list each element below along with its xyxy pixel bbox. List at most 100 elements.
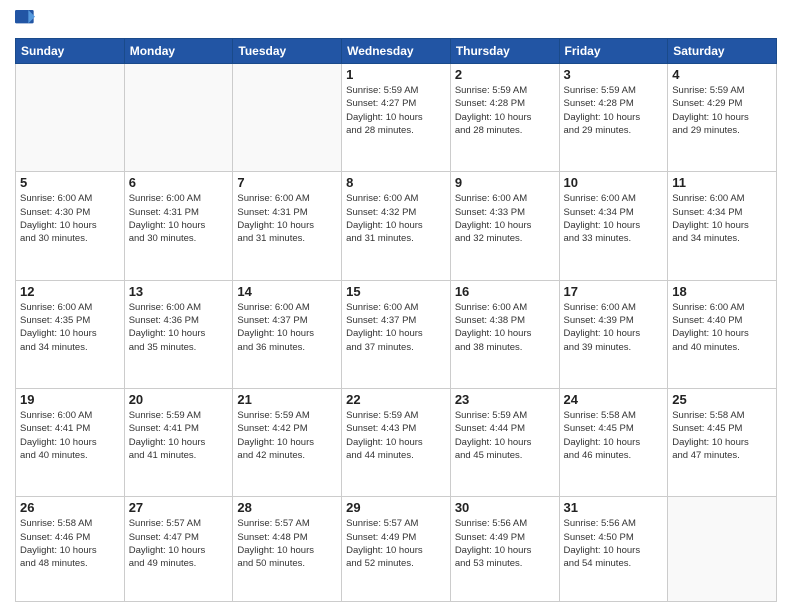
calendar-cell: 4 Sunrise: 5:59 AM Sunset: 4:29 PM Daylig… <box>668 64 777 172</box>
calendar-cell: 2 Sunrise: 5:59 AM Sunset: 4:28 PM Daylig… <box>450 64 559 172</box>
calendar-cell: 29 Sunrise: 5:57 AM Sunset: 4:49 PM Dayli… <box>342 497 451 602</box>
weekday-thursday: Thursday <box>450 39 559 64</box>
day-info: Sunrise: 6:00 AM Sunset: 4:36 PM Dayligh… <box>129 301 229 354</box>
day-number: 10 <box>564 175 664 190</box>
calendar-table: SundayMondayTuesdayWednesdayThursdayFrid… <box>15 38 777 602</box>
calendar-cell: 15 Sunrise: 6:00 AM Sunset: 4:37 PM Dayli… <box>342 280 451 388</box>
calendar-cell: 7 Sunrise: 6:00 AM Sunset: 4:31 PM Daylig… <box>233 172 342 280</box>
calendar-cell: 8 Sunrise: 6:00 AM Sunset: 4:32 PM Daylig… <box>342 172 451 280</box>
calendar-cell: 18 Sunrise: 6:00 AM Sunset: 4:40 PM Dayli… <box>668 280 777 388</box>
calendar-cell: 3 Sunrise: 5:59 AM Sunset: 4:28 PM Daylig… <box>559 64 668 172</box>
calendar-cell: 13 Sunrise: 6:00 AM Sunset: 4:36 PM Dayli… <box>124 280 233 388</box>
weekday-header-row: SundayMondayTuesdayWednesdayThursdayFrid… <box>16 39 777 64</box>
day-info: Sunrise: 6:00 AM Sunset: 4:32 PM Dayligh… <box>346 192 446 245</box>
day-info: Sunrise: 5:59 AM Sunset: 4:28 PM Dayligh… <box>564 84 664 137</box>
day-info: Sunrise: 6:00 AM Sunset: 4:38 PM Dayligh… <box>455 301 555 354</box>
day-info: Sunrise: 6:00 AM Sunset: 4:30 PM Dayligh… <box>20 192 120 245</box>
day-number: 31 <box>564 500 664 515</box>
day-info: Sunrise: 6:00 AM Sunset: 4:35 PM Dayligh… <box>20 301 120 354</box>
calendar-cell: 6Sunrise: 6:00 AM Sunset: 4:31 PM Daylig… <box>124 172 233 280</box>
weekday-saturday: Saturday <box>668 39 777 64</box>
day-info: Sunrise: 5:57 AM Sunset: 4:49 PM Dayligh… <box>346 517 446 570</box>
calendar-cell: 9Sunrise: 6:00 AM Sunset: 4:33 PM Daylig… <box>450 172 559 280</box>
day-info: Sunrise: 6:00 AM Sunset: 4:34 PM Dayligh… <box>564 192 664 245</box>
day-number: 26 <box>20 500 120 515</box>
calendar-cell: 24Sunrise: 5:58 AM Sunset: 4:45 PM Dayli… <box>559 389 668 497</box>
day-number: 9 <box>455 175 555 190</box>
day-number: 18 <box>672 284 772 299</box>
day-info: Sunrise: 6:00 AM Sunset: 4:37 PM Dayligh… <box>237 301 337 354</box>
day-number: 7 <box>237 175 337 190</box>
day-number: 3 <box>564 67 664 82</box>
day-info: Sunrise: 6:00 AM Sunset: 4:40 PM Dayligh… <box>672 301 772 354</box>
calendar-cell: 5 Sunrise: 6:00 AM Sunset: 4:30 PM Daylig… <box>16 172 125 280</box>
calendar-cell: 21Sunrise: 5:59 AM Sunset: 4:42 PM Dayli… <box>233 389 342 497</box>
calendar-cell: 26 Sunrise: 5:58 AM Sunset: 4:46 PM Dayli… <box>16 497 125 602</box>
day-number: 13 <box>129 284 229 299</box>
day-number: 12 <box>20 284 120 299</box>
calendar-cell: 1 Sunrise: 5:59 AM Sunset: 4:27 PM Daylig… <box>342 64 451 172</box>
day-number: 14 <box>237 284 337 299</box>
calendar-cell: 31 Sunrise: 5:56 AM Sunset: 4:50 PM Dayli… <box>559 497 668 602</box>
calendar-cell: 28Sunrise: 5:57 AM Sunset: 4:48 PM Dayli… <box>233 497 342 602</box>
calendar-cell: 14 Sunrise: 6:00 AM Sunset: 4:37 PM Dayli… <box>233 280 342 388</box>
calendar-cell: 12 Sunrise: 6:00 AM Sunset: 4:35 PM Dayli… <box>16 280 125 388</box>
day-number: 16 <box>455 284 555 299</box>
day-info: Sunrise: 5:58 AM Sunset: 4:46 PM Dayligh… <box>20 517 120 570</box>
day-number: 1 <box>346 67 446 82</box>
calendar-cell: 17 Sunrise: 6:00 AM Sunset: 4:39 PM Dayli… <box>559 280 668 388</box>
calendar-cell <box>668 497 777 602</box>
day-info: Sunrise: 6:00 AM Sunset: 4:39 PM Dayligh… <box>564 301 664 354</box>
day-info: Sunrise: 6:00 AM Sunset: 4:37 PM Dayligh… <box>346 301 446 354</box>
day-number: 22 <box>346 392 446 407</box>
week-row-3: 12 Sunrise: 6:00 AM Sunset: 4:35 PM Dayli… <box>16 280 777 388</box>
calendar-cell <box>16 64 125 172</box>
day-info: Sunrise: 5:57 AM Sunset: 4:47 PM Dayligh… <box>129 517 229 570</box>
day-info: Sunrise: 5:59 AM Sunset: 4:28 PM Dayligh… <box>455 84 555 137</box>
day-number: 2 <box>455 67 555 82</box>
calendar-cell <box>233 64 342 172</box>
day-number: 17 <box>564 284 664 299</box>
weekday-friday: Friday <box>559 39 668 64</box>
day-number: 30 <box>455 500 555 515</box>
day-info: Sunrise: 5:56 AM Sunset: 4:50 PM Dayligh… <box>564 517 664 570</box>
calendar-cell: 27 Sunrise: 5:57 AM Sunset: 4:47 PM Dayli… <box>124 497 233 602</box>
calendar-cell: 25Sunrise: 5:58 AM Sunset: 4:45 PM Dayli… <box>668 389 777 497</box>
day-info: Sunrise: 5:58 AM Sunset: 4:45 PM Dayligh… <box>672 409 772 462</box>
day-number: 24 <box>564 392 664 407</box>
day-number: 5 <box>20 175 120 190</box>
day-number: 28 <box>237 500 337 515</box>
week-row-4: 19 Sunrise: 6:00 AM Sunset: 4:41 PM Dayli… <box>16 389 777 497</box>
weekday-tuesday: Tuesday <box>233 39 342 64</box>
day-info: Sunrise: 5:59 AM Sunset: 4:41 PM Dayligh… <box>129 409 229 462</box>
day-number: 29 <box>346 500 446 515</box>
day-info: Sunrise: 6:00 AM Sunset: 4:41 PM Dayligh… <box>20 409 120 462</box>
day-info: Sunrise: 6:00 AM Sunset: 4:31 PM Dayligh… <box>129 192 229 245</box>
day-info: Sunrise: 5:59 AM Sunset: 4:27 PM Dayligh… <box>346 84 446 137</box>
day-info: Sunrise: 5:59 AM Sunset: 4:29 PM Dayligh… <box>672 84 772 137</box>
day-number: 4 <box>672 67 772 82</box>
calendar-cell: 11Sunrise: 6:00 AM Sunset: 4:34 PM Dayli… <box>668 172 777 280</box>
logo <box>15 10 37 30</box>
weekday-sunday: Sunday <box>16 39 125 64</box>
weekday-monday: Monday <box>124 39 233 64</box>
calendar-cell: 10 Sunrise: 6:00 AM Sunset: 4:34 PM Dayli… <box>559 172 668 280</box>
calendar-cell: 20 Sunrise: 5:59 AM Sunset: 4:41 PM Dayli… <box>124 389 233 497</box>
day-info: Sunrise: 5:56 AM Sunset: 4:49 PM Dayligh… <box>455 517 555 570</box>
day-number: 19 <box>20 392 120 407</box>
day-number: 27 <box>129 500 229 515</box>
logo-icon <box>15 10 35 30</box>
day-number: 23 <box>455 392 555 407</box>
calendar-cell: 23 Sunrise: 5:59 AM Sunset: 4:44 PM Dayli… <box>450 389 559 497</box>
week-row-2: 5 Sunrise: 6:00 AM Sunset: 4:30 PM Daylig… <box>16 172 777 280</box>
calendar-cell <box>124 64 233 172</box>
weekday-wednesday: Wednesday <box>342 39 451 64</box>
day-number: 20 <box>129 392 229 407</box>
page: SundayMondayTuesdayWednesdayThursdayFrid… <box>0 0 792 612</box>
day-info: Sunrise: 6:00 AM Sunset: 4:31 PM Dayligh… <box>237 192 337 245</box>
day-info: Sunrise: 5:59 AM Sunset: 4:44 PM Dayligh… <box>455 409 555 462</box>
day-number: 15 <box>346 284 446 299</box>
day-number: 21 <box>237 392 337 407</box>
day-number: 8 <box>346 175 446 190</box>
week-row-5: 26 Sunrise: 5:58 AM Sunset: 4:46 PM Dayli… <box>16 497 777 602</box>
